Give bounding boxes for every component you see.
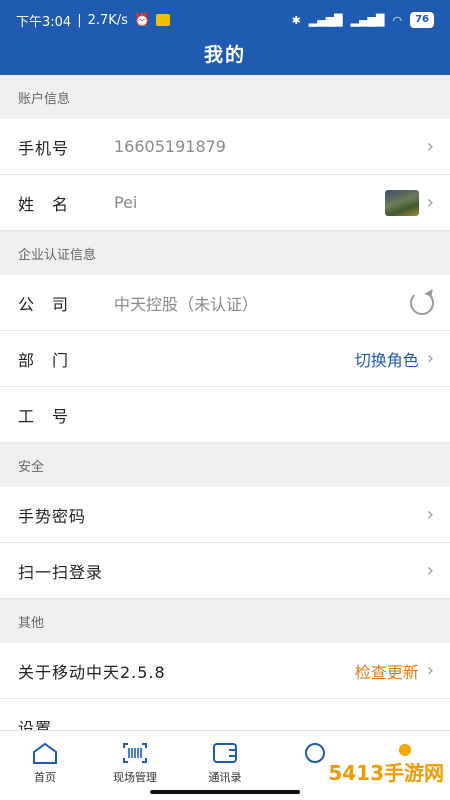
company-value: 中天控股（未认证） xyxy=(114,294,259,314)
barcode-icon xyxy=(123,743,147,763)
gesture-password-label: 手势密码 xyxy=(18,506,87,526)
gesture-password-row[interactable]: 手势密码 › xyxy=(0,487,450,543)
top-bar: 下午3:04 | 2.7K/s ⏰ ✱ ▂▄▆█ ▂▄▆█ ◠ 76 我的 xyxy=(0,0,450,75)
chevron-right-icon: › xyxy=(426,504,434,525)
page-title: 我的 xyxy=(203,44,246,66)
department-label: 部 门 xyxy=(18,350,70,370)
profile-list: 账户信息 手机号 16605191879 › 姓 名 Pei › 企业认证信息 … xyxy=(0,75,450,730)
wifi-icon: ◠ xyxy=(392,13,403,27)
network-speed: 2.7K/s xyxy=(87,12,128,28)
check-update-link[interactable]: 检查更新 xyxy=(355,659,419,683)
signal-icon-2: ▂▄▆█ xyxy=(350,13,385,27)
chevron-right-icon: › xyxy=(426,348,434,369)
chevron-right-icon: › xyxy=(426,660,434,681)
alarm-icon: ⏰ xyxy=(133,12,151,28)
signal-icon: ▂▄▆█ xyxy=(308,13,343,27)
employee-id-row: 工 号 xyxy=(0,387,450,443)
section-other-header: 其他 xyxy=(0,599,450,643)
scan-login-row[interactable]: 扫一扫登录 › xyxy=(0,543,450,599)
home-indicator xyxy=(150,790,300,794)
watermark-logo: 5413手游网 xyxy=(328,761,444,785)
avatar[interactable] xyxy=(384,189,419,216)
phone-row[interactable]: 手机号 16605191879 › xyxy=(0,119,450,175)
about-row[interactable]: 关于移动中天2.5.8 检查更新 › xyxy=(0,643,450,699)
status-bar: 下午3:04 | 2.7K/s ⏰ ✱ ▂▄▆█ ▂▄▆█ ◠ 76 xyxy=(0,0,450,40)
settings-label: 设置 xyxy=(18,718,53,731)
switch-role-link[interactable]: 切换角色 xyxy=(355,347,419,371)
bluetooth-icon: ✱ xyxy=(291,13,301,27)
phone-value: 16605191879 xyxy=(114,137,226,156)
name-row[interactable]: 姓 名 Pei › xyxy=(0,175,450,231)
contacts-icon xyxy=(213,743,237,763)
section-company-header: 企业认证信息 xyxy=(0,231,450,275)
notification-icon xyxy=(156,14,171,26)
status-time: 下午3:04 xyxy=(16,14,72,30)
tab-home[interactable]: 首页 xyxy=(0,731,90,800)
chevron-right-icon: › xyxy=(426,192,434,213)
company-row: 公 司 中天控股（未认证） xyxy=(0,275,450,331)
section-security-header: 安全 xyxy=(0,443,450,487)
company-label: 公 司 xyxy=(18,294,70,314)
settings-row[interactable]: 设置 xyxy=(0,699,450,730)
employee-id-label: 工 号 xyxy=(18,406,70,426)
message-icon xyxy=(305,743,325,763)
phone-label: 手机号 xyxy=(18,138,70,158)
home-icon xyxy=(33,742,57,764)
tab-contacts-label: 通讯录 xyxy=(208,771,242,784)
name-label: 姓 名 xyxy=(18,194,70,214)
scan-login-label: 扫一扫登录 xyxy=(18,562,104,582)
department-row[interactable]: 部 门 切换角色 › xyxy=(0,331,450,387)
name-value: Pei xyxy=(114,193,138,212)
section-account-header: 账户信息 xyxy=(0,75,450,119)
chevron-right-icon: › xyxy=(426,560,434,581)
battery-icon: 76 xyxy=(410,12,434,28)
tab-home-label: 首页 xyxy=(34,771,56,784)
refresh-icon[interactable] xyxy=(410,290,434,315)
chevron-right-icon: › xyxy=(426,136,434,157)
about-label: 关于移动中天2.5.8 xyxy=(18,662,166,682)
tab-site-management-label: 现场管理 xyxy=(113,771,157,784)
